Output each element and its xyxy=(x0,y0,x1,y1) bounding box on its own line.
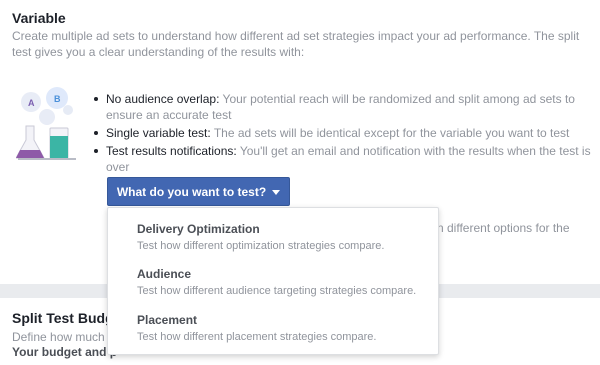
feature-item: Test results notifications: You'll get a… xyxy=(92,143,592,175)
dropdown-item-title: Audience xyxy=(137,267,192,281)
test-variable-dropdown: Delivery Optimization Test how different… xyxy=(107,207,439,355)
what-to-test-button[interactable]: What do you want to test? xyxy=(107,177,290,206)
budget-note: Your budget and p xyxy=(12,345,118,359)
dropdown-item-subtitle: Test how different optimization strategi… xyxy=(137,240,385,252)
bubble-small xyxy=(39,109,55,125)
science-flasks-icon: A B xyxy=(15,87,76,160)
feature-item: No audience overlap: Your potential reac… xyxy=(92,91,592,123)
dropdown-item-title: Delivery Optimization xyxy=(137,222,260,236)
variable-title: Variable xyxy=(12,10,66,26)
budget-title: Split Test Budg xyxy=(12,310,114,326)
caret-down-icon xyxy=(272,189,281,195)
bubble-tiny xyxy=(63,105,73,115)
dropdown-item-delivery-optimization[interactable]: Delivery Optimization Test how different… xyxy=(137,222,384,253)
what-to-test-label: What do you want to test? xyxy=(116,184,267,199)
flask-left-liquid xyxy=(16,150,44,158)
dropdown-item-title: Placement xyxy=(137,313,198,327)
dropdown-item-audience[interactable]: Audience Test how different audience tar… xyxy=(137,267,416,298)
shelf xyxy=(18,158,76,160)
split-test-illustration: A B xyxy=(15,86,80,162)
dropdown-item-subtitle: Test how different audience targeting st… xyxy=(137,285,417,297)
dropdown-item-subtitle: Test how different placement strategies … xyxy=(137,331,377,343)
dropdown-item-placement[interactable]: Placement Test how different placement s… xyxy=(137,313,376,344)
budget-description: Define how much y xyxy=(12,330,115,344)
bubble-a-label: A xyxy=(28,98,35,108)
variable-description: Create multiple ad sets to understand ho… xyxy=(12,29,580,59)
feature-item: Single variable test: The ad sets will b… xyxy=(92,125,592,141)
feature-list: No audience overlap: Your potential reac… xyxy=(92,91,592,177)
bubble-b-label: B xyxy=(54,94,61,104)
variable-hidden-text: n different options for the xyxy=(437,221,570,235)
beaker-right-liquid xyxy=(50,136,68,158)
